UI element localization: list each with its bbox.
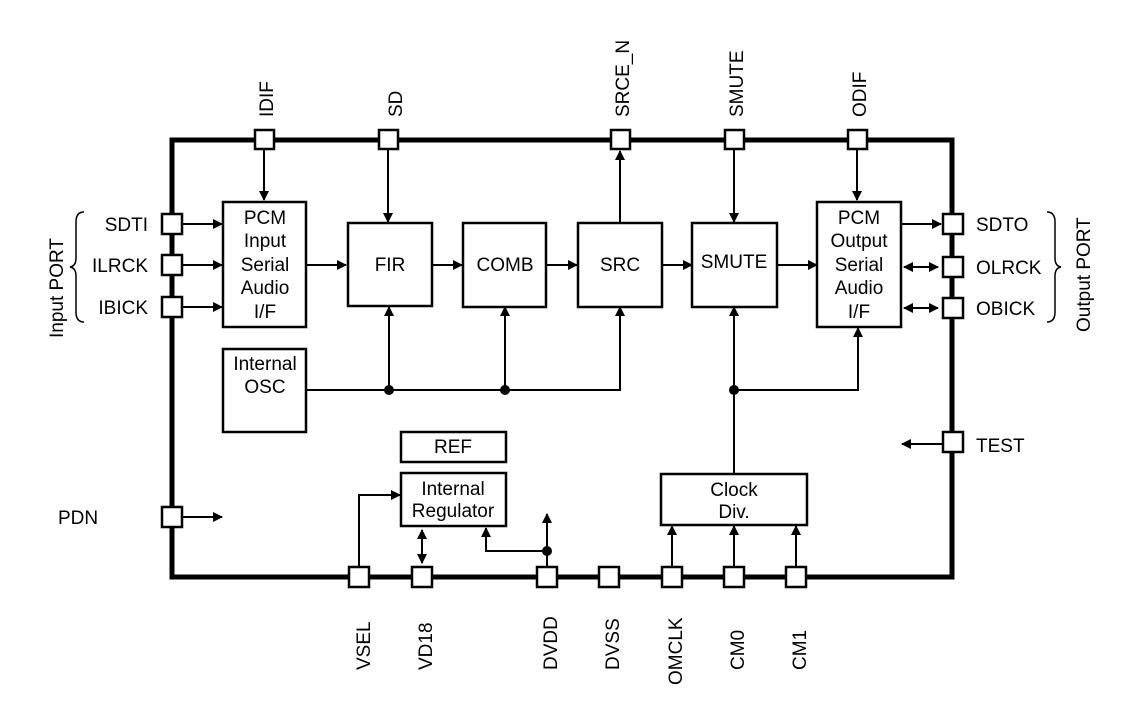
- pin-odif: [846, 128, 869, 151]
- pin-srce-n: [609, 128, 632, 151]
- svg-text:REF: REF: [434, 437, 472, 458]
- svg-text:SD: SD: [386, 91, 407, 117]
- pin-dvdd: [535, 565, 559, 589]
- svg-text:Internal: Internal: [421, 479, 484, 500]
- left-pin-labels: SDTI ILRCK IBICK PDN: [58, 215, 148, 529]
- svg-text:Regulator: Regulator: [412, 501, 495, 522]
- pin-dvss: [597, 565, 621, 589]
- block-comb: COMB: [461, 221, 548, 309]
- block-ref: REF: [399, 430, 508, 464]
- right-pin-labels: SDTO OLRCK OBICK TEST: [976, 215, 1042, 457]
- pin-pdn: [160, 505, 184, 529]
- svg-text:Input PORT: Input PORT: [47, 238, 68, 338]
- svg-text:VSEL: VSEL: [354, 621, 375, 670]
- svg-text:OLRCK: OLRCK: [976, 258, 1042, 279]
- top-pin-labels: IDIF SD SRCE_N SMUTE ODIF: [257, 40, 871, 117]
- svg-text:Serial: Serial: [835, 255, 884, 276]
- brace-icon: [69, 211, 85, 323]
- svg-text:SMUTE: SMUTE: [701, 252, 768, 273]
- svg-text:Input: Input: [244, 231, 287, 252]
- pin-vsel: [347, 565, 371, 589]
- svg-text:Audio: Audio: [835, 278, 884, 299]
- pin-olrck: [941, 255, 965, 279]
- svg-text:CM1: CM1: [790, 630, 811, 670]
- svg-text:Output: Output: [830, 231, 888, 252]
- svg-text:SRC: SRC: [600, 255, 640, 276]
- svg-text:IDIF: IDIF: [257, 81, 278, 117]
- svg-text:SRCE_N: SRCE_N: [613, 40, 634, 117]
- svg-text:TEST: TEST: [976, 436, 1025, 457]
- pin-sdti: [160, 212, 184, 236]
- svg-text:ILRCK: ILRCK: [92, 256, 148, 277]
- output-port-group: Output PORT: [1046, 211, 1095, 332]
- bottom-pin-labels: VSEL VD18 DVDD DVSS OMCLK CM0 CM1: [354, 616, 811, 685]
- brace-icon: [1046, 211, 1062, 323]
- svg-text:OSC: OSC: [244, 377, 285, 398]
- svg-text:SDTI: SDTI: [105, 215, 148, 236]
- svg-text:DVDD: DVDD: [541, 616, 562, 670]
- svg-text:Serial: Serial: [241, 255, 290, 276]
- pin-test: [941, 430, 965, 454]
- svg-text:OBICK: OBICK: [976, 299, 1035, 320]
- svg-text:PCM: PCM: [244, 208, 286, 229]
- svg-text:COMB: COMB: [477, 255, 534, 276]
- pin-ilrck: [160, 253, 184, 277]
- svg-text:Audio: Audio: [241, 278, 290, 299]
- svg-text:CM0: CM0: [728, 630, 749, 670]
- block-src: SRC: [576, 221, 664, 309]
- svg-text:OMCLK: OMCLK: [666, 617, 687, 685]
- svg-text:PDN: PDN: [58, 508, 98, 529]
- block-internal-osc: Internal OSC: [221, 347, 308, 434]
- input-port-group: Input PORT: [47, 211, 85, 338]
- block-clock-div: Clock Div.: [659, 472, 809, 527]
- svg-text:SDTO: SDTO: [976, 215, 1028, 236]
- svg-text:FIR: FIR: [375, 255, 406, 276]
- pin-sdto: [941, 212, 965, 236]
- pin-smute: [723, 128, 746, 151]
- pin-sd: [377, 128, 400, 151]
- block-smute: SMUTE: [690, 221, 779, 309]
- pin-ibick: [160, 295, 184, 319]
- pin-vd18: [410, 565, 434, 589]
- svg-text:I/F: I/F: [254, 302, 276, 323]
- svg-text:I/F: I/F: [848, 302, 870, 323]
- svg-text:Clock: Clock: [710, 480, 758, 501]
- pin-obick: [941, 296, 965, 320]
- svg-text:ODIF: ODIF: [850, 72, 871, 117]
- pin-omclk: [660, 565, 684, 589]
- svg-text:Output PORT: Output PORT: [1074, 217, 1095, 332]
- svg-text:SMUTE: SMUTE: [727, 51, 748, 118]
- block-internal-regulator: Internal Regulator: [399, 471, 508, 528]
- svg-text:VD18: VD18: [416, 622, 437, 670]
- svg-text:Div.: Div.: [718, 502, 749, 523]
- block-fir: FIR: [346, 221, 434, 308]
- block-diagram: PCM Input Serial Audio I/F FIR COMB SRC …: [47, 40, 1095, 685]
- svg-text:DVSS: DVSS: [603, 618, 624, 670]
- svg-text:IBICK: IBICK: [98, 298, 148, 319]
- pin-cm0: [722, 565, 746, 589]
- block-pcm-output: PCM Output Serial Audio I/F: [815, 200, 903, 329]
- pin-idif: [253, 128, 276, 151]
- svg-text:Internal: Internal: [233, 354, 296, 375]
- svg-text:PCM: PCM: [838, 208, 880, 229]
- block-pcm-input: PCM Input Serial Audio I/F: [221, 200, 308, 329]
- pin-cm1: [784, 565, 808, 589]
